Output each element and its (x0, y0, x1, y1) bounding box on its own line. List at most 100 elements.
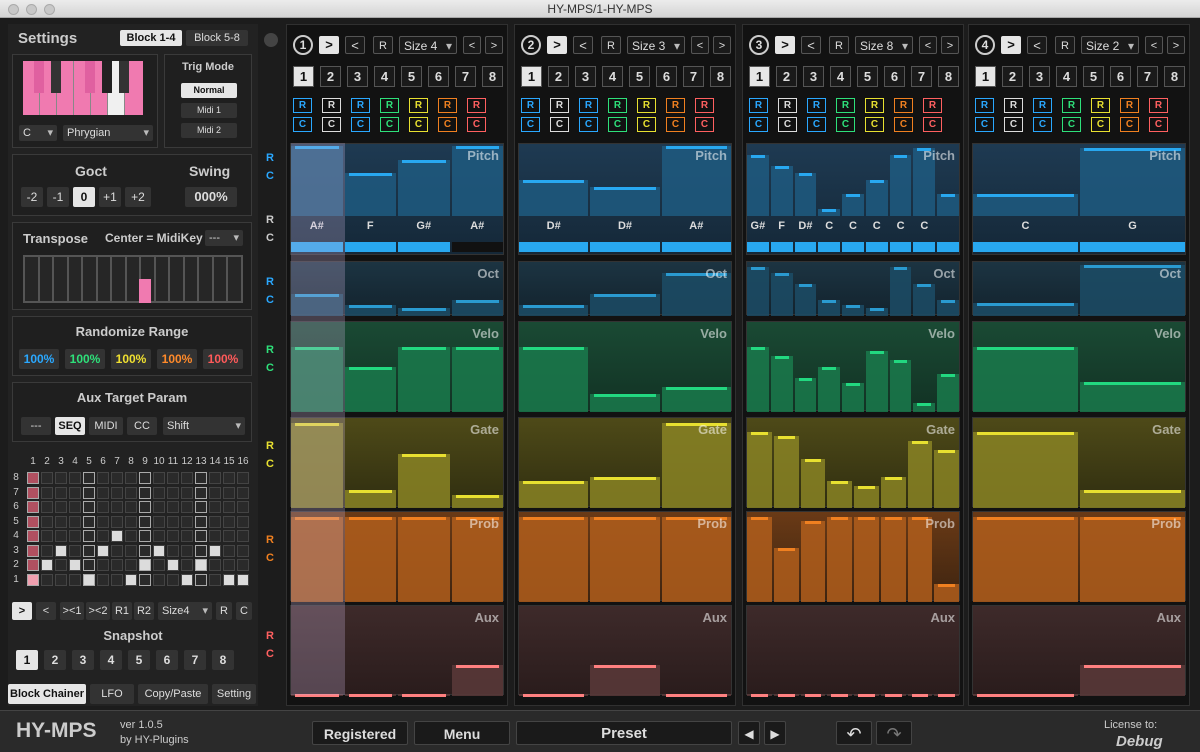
lane-clear-button[interactable]: C (865, 117, 884, 132)
velo-step-bar[interactable] (398, 347, 450, 412)
oct-step-bar[interactable] (794, 283, 817, 316)
lane-clear-button[interactable]: C (438, 117, 457, 132)
pitch-step-bar[interactable] (291, 146, 343, 216)
lane-random-button[interactable]: R (467, 98, 486, 113)
oct-step-bar[interactable] (590, 294, 660, 316)
oct-step-bar[interactable] (291, 294, 343, 316)
step-button[interactable]: 3 (347, 66, 368, 87)
lane-random-button[interactable]: R (1004, 98, 1023, 113)
pitch-step-bar[interactable] (519, 180, 589, 216)
lane-random-button[interactable]: R (550, 98, 569, 113)
lane-random-button[interactable]: R (807, 98, 826, 113)
menu-button[interactable]: Menu (414, 721, 510, 745)
block-shift-right-icon[interactable]: > (485, 36, 503, 54)
lane-random-button[interactable]: R (778, 98, 797, 113)
lane-clear-button[interactable]: C (521, 117, 540, 132)
redo-icon[interactable]: ↷ (876, 721, 912, 745)
lane-random-button[interactable]: R (293, 98, 312, 113)
block-random-button[interactable]: R (373, 36, 393, 54)
prob-step-bar[interactable] (973, 516, 1078, 602)
prob-step-bar[interactable] (800, 521, 826, 602)
gate-step-bar[interactable] (519, 481, 589, 508)
prob-step-bar[interactable] (398, 516, 450, 602)
prob-step-bar[interactable] (747, 516, 772, 602)
step-button[interactable]: 4 (602, 66, 623, 87)
lane-clear-button[interactable]: C (637, 117, 656, 132)
block-size-select[interactable]: Size 4 (399, 36, 457, 55)
lane-random-button[interactable]: R (894, 98, 913, 113)
prob-step-bar[interactable] (519, 516, 589, 602)
velo-step-bar[interactable] (842, 383, 864, 412)
block-reverse-button[interactable]: < (1027, 36, 1047, 54)
lane-clear-button[interactable]: C (1004, 117, 1023, 132)
preset-next-icon[interactable]: ▶ (764, 721, 786, 745)
block-random-button[interactable]: R (601, 36, 621, 54)
pitch-step-bar[interactable] (973, 194, 1078, 216)
velo-step-bar[interactable] (973, 347, 1078, 412)
aux-step-bar[interactable] (1080, 664, 1185, 696)
prob-step-bar[interactable] (590, 516, 660, 602)
step-button[interactable]: 4 (1056, 66, 1077, 87)
step-button[interactable]: 8 (482, 66, 503, 87)
block-play-button[interactable]: > (1001, 36, 1021, 54)
lane-clear-button[interactable]: C (293, 117, 312, 132)
velo-step-bar[interactable] (344, 367, 396, 412)
block-shift-left-icon[interactable]: < (919, 36, 937, 54)
pitch-step-bar[interactable] (747, 154, 769, 216)
gate-step-bar[interactable] (398, 454, 450, 508)
lane-random-button[interactable]: R (1033, 98, 1052, 113)
lane-random-button[interactable]: R (666, 98, 685, 113)
velo-step-bar[interactable] (291, 347, 343, 412)
block-shift-left-icon[interactable]: < (691, 36, 709, 54)
prob-step-bar[interactable] (773, 548, 799, 602)
lane-clear-button[interactable]: C (1091, 117, 1110, 132)
lane-random-button[interactable]: R (1149, 98, 1168, 113)
step-button[interactable]: 6 (1110, 66, 1131, 87)
lane-oct[interactable]: Oct (518, 261, 732, 316)
velo-step-bar[interactable] (451, 347, 503, 412)
lane-oct[interactable]: Oct (746, 261, 960, 316)
lane-clear-button[interactable]: C (836, 117, 855, 132)
block-random-button[interactable]: R (829, 36, 849, 54)
lane-random-button[interactable]: R (975, 98, 994, 113)
step-button[interactable]: 1 (521, 66, 542, 87)
block-shift-left-icon[interactable]: < (1145, 36, 1163, 54)
prob-step-bar[interactable] (344, 516, 396, 602)
lane-random-button[interactable]: R (438, 98, 457, 113)
lane-clear-button[interactable]: C (322, 117, 341, 132)
velo-step-bar[interactable] (770, 356, 793, 412)
lane-random-button[interactable]: R (923, 98, 942, 113)
pitch-step-bar[interactable] (889, 154, 912, 216)
lane-clear-button[interactable]: C (778, 117, 797, 132)
step-button[interactable]: 5 (401, 66, 422, 87)
pitch-step-bar[interactable] (842, 194, 864, 216)
lane-clear-button[interactable]: C (608, 117, 627, 132)
registered-button[interactable]: Registered (312, 721, 408, 745)
step-button[interactable]: 8 (938, 66, 959, 87)
step-button[interactable]: 1 (749, 66, 770, 87)
pitch-step-bar[interactable] (590, 187, 660, 216)
velo-step-bar[interactable] (818, 367, 841, 412)
step-button[interactable]: 3 (575, 66, 596, 87)
block-reverse-button[interactable]: < (801, 36, 821, 54)
gate-step-bar[interactable] (854, 485, 879, 508)
step-button[interactable]: 6 (884, 66, 905, 87)
step-button[interactable]: 2 (548, 66, 569, 87)
lane-clear-button[interactable]: C (894, 117, 913, 132)
lane-clear-button[interactable]: C (923, 117, 942, 132)
preset-selector[interactable]: Preset (516, 721, 732, 745)
lane-clear-button[interactable]: C (409, 117, 428, 132)
velo-step-bar[interactable] (865, 350, 888, 412)
step-button[interactable]: 4 (830, 66, 851, 87)
step-button[interactable]: 7 (911, 66, 932, 87)
lane-velo[interactable]: Velo (746, 321, 960, 412)
lane-oct[interactable]: Oct (290, 261, 504, 316)
lane-gate[interactable]: Gate (518, 417, 732, 508)
aux-step-bar[interactable] (590, 664, 660, 696)
step-button[interactable]: 3 (803, 66, 824, 87)
block-play-button[interactable]: > (547, 36, 567, 54)
lane-random-button[interactable]: R (1091, 98, 1110, 113)
velo-step-bar[interactable] (889, 359, 912, 412)
lane-pitch[interactable]: Pitch C G (972, 143, 1186, 255)
step-button[interactable]: 7 (683, 66, 704, 87)
